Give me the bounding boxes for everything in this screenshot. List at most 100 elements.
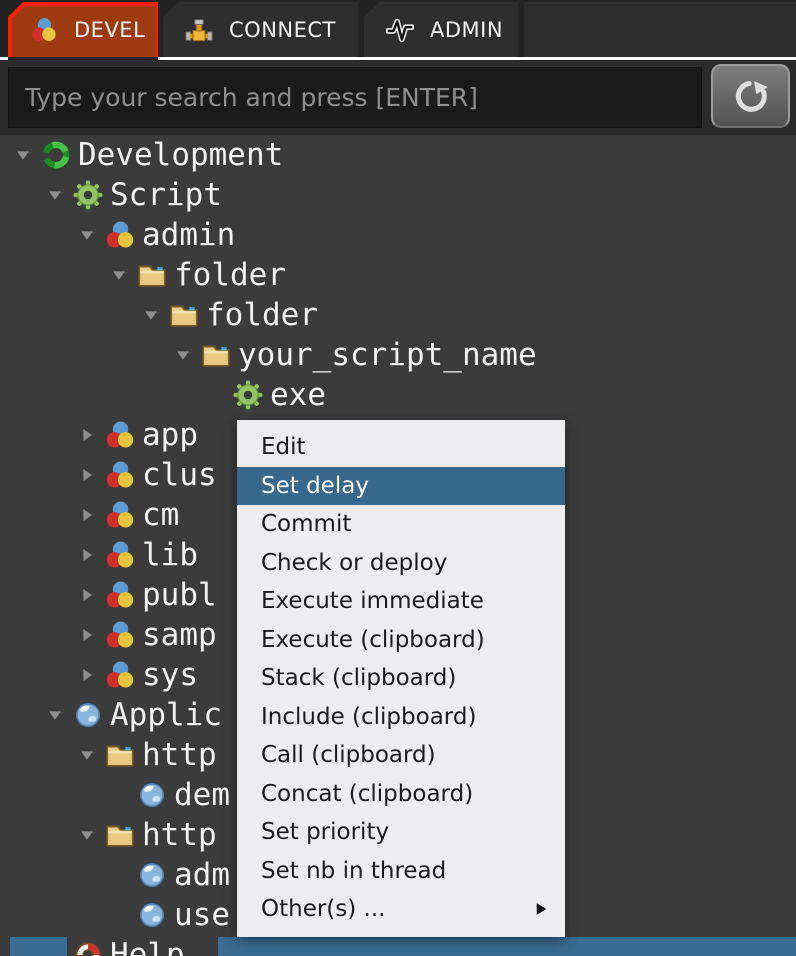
folder-icon	[168, 299, 200, 331]
chevron-right-icon[interactable]	[78, 615, 104, 655]
globe-icon	[136, 779, 168, 811]
tree-row-admin[interactable]: admin	[0, 215, 796, 255]
tree-item-label: adm	[174, 855, 230, 895]
menu-item-call-clipboard[interactable]: Call (clipboard)	[237, 736, 565, 775]
tab-bar: DEVEL CONNECT ADMIN	[0, 0, 796, 60]
menu-item-execute-immediate[interactable]: Execute immediate	[237, 582, 565, 621]
menu-item-concat-clipboard[interactable]: Concat (clipboard)	[237, 775, 565, 814]
menu-item-include-clipboard[interactable]: Include (clipboard)	[237, 698, 565, 737]
tree-row-development[interactable]: Development	[0, 135, 796, 175]
menu-item-label: Execute immediate	[261, 588, 484, 614]
tree-row-help[interactable]: Help	[0, 935, 796, 956]
folder-icon	[104, 739, 136, 771]
menu-item-label: Commit	[261, 511, 351, 537]
submenu-arrow-icon	[533, 900, 549, 918]
tree-item-label: samp	[142, 615, 217, 655]
chevron-right-icon[interactable]	[78, 655, 104, 695]
tree-item-label: use	[174, 895, 230, 935]
menu-item-set-nb-in-thread[interactable]: Set nb in thread	[237, 852, 565, 891]
package-icon	[104, 539, 136, 571]
chevron-down-icon[interactable]	[78, 735, 104, 775]
tree-row-script[interactable]: Script	[0, 175, 796, 215]
menu-item-label: Check or deploy	[261, 550, 447, 576]
tree-item-label: admin	[142, 215, 235, 255]
chevron-down-icon[interactable]	[14, 135, 40, 175]
menu-item-stack-clipboard[interactable]: Stack (clipboard)	[237, 659, 565, 698]
chevron-down-icon[interactable]	[174, 335, 200, 375]
tree-row-your-script-name[interactable]: your_script_name	[0, 335, 796, 375]
menu-item-label: Set delay	[261, 473, 369, 499]
menu-item-execute-clipboard[interactable]: Execute (clipboard)	[237, 621, 565, 660]
package-icon	[104, 499, 136, 531]
tree-row-folder[interactable]: folder	[0, 295, 796, 335]
tree-item-label: app	[142, 415, 198, 455]
globe-icon	[136, 899, 168, 931]
menu-item-label: Stack (clipboard)	[261, 665, 456, 691]
tree-item-label: Script	[110, 175, 222, 215]
tree-item-label: clus	[142, 455, 217, 495]
tree-item-label: http	[142, 815, 217, 855]
tree-item-label: Help	[110, 935, 185, 956]
chevron-right-icon[interactable]	[78, 455, 104, 495]
package-icon	[104, 579, 136, 611]
search-input[interactable]	[8, 67, 702, 128]
folder-icon	[200, 339, 232, 371]
gear-icon	[232, 379, 264, 411]
tab-connect[interactable]: CONNECT	[163, 2, 358, 57]
package-icon	[104, 659, 136, 691]
menu-item-label: Set nb in thread	[261, 858, 446, 884]
tree-item-label: dem	[174, 775, 230, 815]
chevron-down-icon[interactable]	[110, 255, 136, 295]
devel-icon	[30, 16, 58, 44]
globe-icon	[136, 859, 168, 891]
tab-content: ADMIN	[364, 2, 518, 57]
tree-row-exe[interactable]: exe	[0, 375, 796, 415]
arrow-spacer	[110, 895, 136, 935]
menu-item-set-delay[interactable]: Set delay	[237, 467, 565, 506]
chevron-down-icon[interactable]	[142, 295, 168, 335]
chevron-down-icon[interactable]	[46, 175, 72, 215]
menu-item-label: Edit	[261, 434, 306, 460]
chevron-right-icon[interactable]	[78, 535, 104, 575]
tree-item-label: publ	[142, 575, 217, 615]
connect-icon	[185, 16, 213, 44]
tab-admin[interactable]: ADMIN	[364, 2, 518, 57]
package-icon	[104, 619, 136, 651]
refresh-icon	[733, 78, 769, 114]
tree-item-label: sys	[142, 655, 198, 695]
package-icon	[104, 419, 136, 451]
menu-item-label: Concat (clipboard)	[261, 781, 473, 807]
tree-item-chip: Help	[72, 935, 199, 956]
tree-item-label: folder	[206, 295, 318, 335]
context-menu: Edit Set delay Commit Check or deploy Execut…	[237, 420, 565, 937]
tree-item-label: exe	[270, 375, 326, 415]
chevron-right-icon[interactable]	[78, 495, 104, 535]
menu-item-set-priority[interactable]: Set priority	[237, 813, 565, 852]
chevron-right-icon[interactable]	[78, 415, 104, 455]
menu-item-check-or-deploy[interactable]: Check or deploy	[237, 544, 565, 583]
menu-item-edit[interactable]: Edit	[237, 428, 565, 467]
tree-item-label: Development	[78, 135, 283, 175]
chevron-down-icon[interactable]	[46, 695, 72, 735]
package-icon	[104, 459, 136, 491]
menu-item-commit[interactable]: Commit	[237, 505, 565, 544]
tree-row-folder[interactable]: folder	[0, 255, 796, 295]
tab-content: DEVEL	[8, 2, 158, 57]
chevron-right-icon[interactable]	[78, 575, 104, 615]
menu-item-other-s[interactable]: Other(s) ...	[237, 890, 565, 929]
tab-devel[interactable]: DEVEL	[8, 2, 158, 57]
tree-item-label: your_script_name	[238, 335, 537, 375]
tree-item-label: cm	[142, 495, 179, 535]
tree-item-label: folder	[174, 255, 286, 295]
refresh-button[interactable]	[711, 64, 790, 128]
admin-icon	[386, 16, 414, 44]
search-bar	[0, 60, 796, 135]
chevron-down-icon[interactable]	[78, 215, 104, 255]
chevron-down-icon[interactable]	[78, 815, 104, 855]
tab-content: CONNECT	[163, 2, 358, 57]
menu-item-label: Execute (clipboard)	[261, 627, 485, 653]
lifebuoy-icon	[72, 939, 104, 956]
tab-label: CONNECT	[229, 18, 336, 42]
tab-label: ADMIN	[430, 18, 503, 42]
menu-item-label: Other(s) ...	[261, 896, 385, 922]
